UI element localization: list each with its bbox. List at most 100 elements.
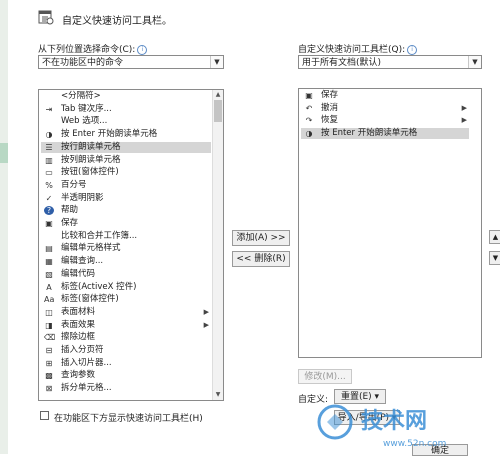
split-cells-icon: ⊠: [45, 384, 53, 394]
tab-order-icon: ⇥: [45, 104, 53, 114]
commands-list-item-label: 按行朗读单元格: [61, 141, 121, 152]
info-icon: i: [407, 45, 418, 55]
commands-list-item-label: 保存: [61, 218, 79, 228]
speak-rows-icon: ☰: [45, 142, 53, 152]
toolbar-commands-list-item-label: 保存: [321, 90, 339, 100]
page-break-icon: ⊟: [45, 346, 53, 355]
commands-list-item-label: Tab 键次序...: [61, 103, 112, 114]
commands-list-item-label: 比较和合并工作簿...: [61, 230, 138, 241]
commands-list-item[interactable]: ▥ 按列朗读单元格: [41, 155, 211, 166]
slicer-icon: ⊞: [45, 358, 53, 368]
commands-list-item[interactable]: ⊞ 插入切片器...: [41, 358, 211, 369]
surface-effect-icon: ◨: [45, 320, 53, 330]
submenu-arrow-icon: ▶: [203, 307, 209, 316]
commands-list-item[interactable]: ◨ 表面效果 ▶: [41, 320, 211, 331]
commands-list-item[interactable]: ▣ 保存: [41, 218, 211, 229]
commands-list-item[interactable]: A 标签(ActiveX 控件): [41, 282, 211, 293]
code-icon: ▧: [45, 269, 53, 279]
show-below-ribbon-checkbox[interactable]: [40, 411, 49, 420]
commands-list-item-label: 编辑查询...: [61, 256, 104, 267]
help-icon: ?: [44, 206, 54, 216]
save-icon: ▣: [305, 91, 313, 100]
cell-style-icon: ▤: [45, 244, 53, 254]
button-control-icon: ▭: [45, 168, 53, 178]
commands-list-item-label: 编辑代码: [61, 268, 96, 279]
commands-list-item-label: 表面材料: [61, 306, 96, 317]
toolbar-commands-list-item[interactable]: ↶ 撤消 ▶: [301, 103, 469, 114]
commands-list-item-label: 按列朗读单元格: [61, 154, 121, 165]
commands-list-item[interactable]: ⇥ Tab 键次序...: [41, 104, 211, 115]
label-form-icon: Aa: [44, 295, 55, 305]
commands-list-item[interactable]: Aa 标签(窗体控件): [41, 294, 211, 305]
toolbar-commands-list[interactable]: ▣ 保存 ↶ 撤消 ▶ ↷ 恢复 ▶ ◑ 按 Enter 开始朗读单元格: [298, 88, 482, 358]
move-down-button[interactable]: ▼: [489, 251, 500, 265]
commands-list-item-label: 标签(ActiveX 控件): [61, 281, 137, 292]
commands-list-item[interactable]: ▧ 编辑代码: [41, 269, 211, 280]
watermark-url: www.52n.com: [383, 439, 446, 449]
eraser-icon: ⌫: [44, 333, 56, 343]
toolbar-commands-list-item[interactable]: ◑ 按 Enter 开始朗读单元格: [301, 128, 469, 140]
customize-toolbar-dropdown[interactable]: 用于所有文档(默认) ▼: [298, 55, 482, 69]
customize-toolbar-label: 自定义快速访问工具栏(Q): i: [298, 42, 418, 55]
percent-icon: %: [45, 180, 53, 190]
commands-list-item[interactable]: ⊟ 插入分页符: [41, 345, 211, 356]
commands-list-item[interactable]: 比较和合并工作簿...: [41, 231, 211, 242]
commands-list-item[interactable]: ☰ 按行朗读单元格: [41, 141, 211, 153]
speak-enter-icon: ◑: [305, 129, 313, 139]
background-window-edge: [0, 0, 8, 454]
shadow-icon: ✓: [45, 193, 53, 203]
chevron-down-icon[interactable]: ▼: [468, 56, 481, 68]
save-icon: ▣: [45, 219, 53, 228]
commands-list-item-label: 插入切片器...: [61, 357, 112, 368]
modify-button[interactable]: 修改(M)...: [298, 369, 352, 384]
edit-query-icon: ▦: [45, 257, 53, 267]
commands-list-item-label: 查询参数: [61, 370, 96, 381]
query-params-icon: ▩: [45, 371, 53, 381]
watermark-text: 技术网: [361, 409, 427, 434]
surface-material-icon: ◫: [45, 307, 53, 317]
commands-list[interactable]: ▲ ▼ <分隔符> ⇥ Tab 键次序... Web 选项... ◑ 按 Enter 开始…: [38, 89, 224, 401]
commands-list-scrollbar[interactable]: ▲ ▼: [212, 90, 223, 400]
commands-list-item-label: 标签(窗体控件): [61, 294, 119, 305]
commands-list-item[interactable]: ▩ 查询参数: [41, 370, 211, 381]
commands-list-item[interactable]: ⌫ 擦除边框: [41, 332, 211, 343]
page-title: 自定义快速访问工具栏。: [62, 16, 172, 27]
choose-commands-dropdown[interactable]: 不在功能区中的命令 ▼: [38, 55, 224, 69]
commands-list-item[interactable]: ✓ 半透明阴影: [41, 193, 211, 204]
speak-columns-icon: ▥: [45, 155, 53, 165]
add-button[interactable]: 添加(A) >>: [232, 230, 290, 246]
undo-icon: ↶: [305, 103, 313, 113]
chevron-down-icon[interactable]: ▼: [210, 56, 223, 68]
commands-list-item-label: 编辑单元格样式: [61, 243, 121, 254]
commands-list-item[interactable]: ▭ 按钮(窗体控件): [41, 167, 211, 178]
choose-commands-label: 从下列位置选择命令(C): i: [38, 42, 148, 55]
commands-list-item[interactable]: <分隔符>: [41, 91, 211, 102]
label-activex-icon: A: [46, 282, 52, 292]
toolbar-commands-list-item-label: 撤消: [321, 102, 339, 113]
commands-list-item[interactable]: ◫ 表面材料 ▶: [41, 307, 211, 318]
move-up-button[interactable]: ▲: [489, 230, 500, 244]
commands-list-item[interactable]: Web 选项...: [41, 116, 211, 127]
scroll-up-icon: ▲: [215, 91, 221, 98]
commands-list-item-label: 擦除边框: [61, 332, 96, 343]
toolbar-commands-list-item[interactable]: ↷ 恢复 ▶: [301, 115, 469, 126]
info-icon: i: [137, 45, 148, 55]
commands-list-item-label: Web 选项...: [61, 116, 108, 127]
commands-list-item[interactable]: ⊠ 拆分单元格...: [41, 383, 211, 394]
remove-button[interactable]: << 删除(R): [232, 251, 290, 267]
commands-list-item[interactable]: ? 帮助: [41, 205, 211, 216]
scroll-down-icon: ▼: [215, 391, 221, 398]
scrollbar-thumb: [214, 100, 222, 122]
commands-list-item-label: 百分号: [61, 179, 87, 190]
commands-list-item[interactable]: ◑ 按 Enter 开始朗读单元格: [41, 129, 211, 140]
commands-list-item-label: 按钮(窗体控件): [61, 167, 119, 178]
show-below-ribbon-label: 在功能区下方显示快速访问工具栏(H): [54, 414, 203, 424]
commands-list-item[interactable]: ▦ 编辑查询...: [41, 256, 211, 267]
commands-list-item-label: 表面效果: [61, 319, 96, 330]
commands-list-item-label: 按 Enter 开始朗读单元格: [61, 129, 158, 140]
commands-list-item[interactable]: % 百分号: [41, 180, 211, 191]
commands-list-item[interactable]: ▤ 编辑单元格样式: [41, 243, 211, 254]
commands-list-item-label: 拆分单元格...: [61, 383, 112, 394]
toolbar-commands-list-item[interactable]: ▣ 保存: [301, 90, 469, 101]
toolbar-commands-list-item-label: 按 Enter 开始朗读单元格: [321, 128, 418, 139]
